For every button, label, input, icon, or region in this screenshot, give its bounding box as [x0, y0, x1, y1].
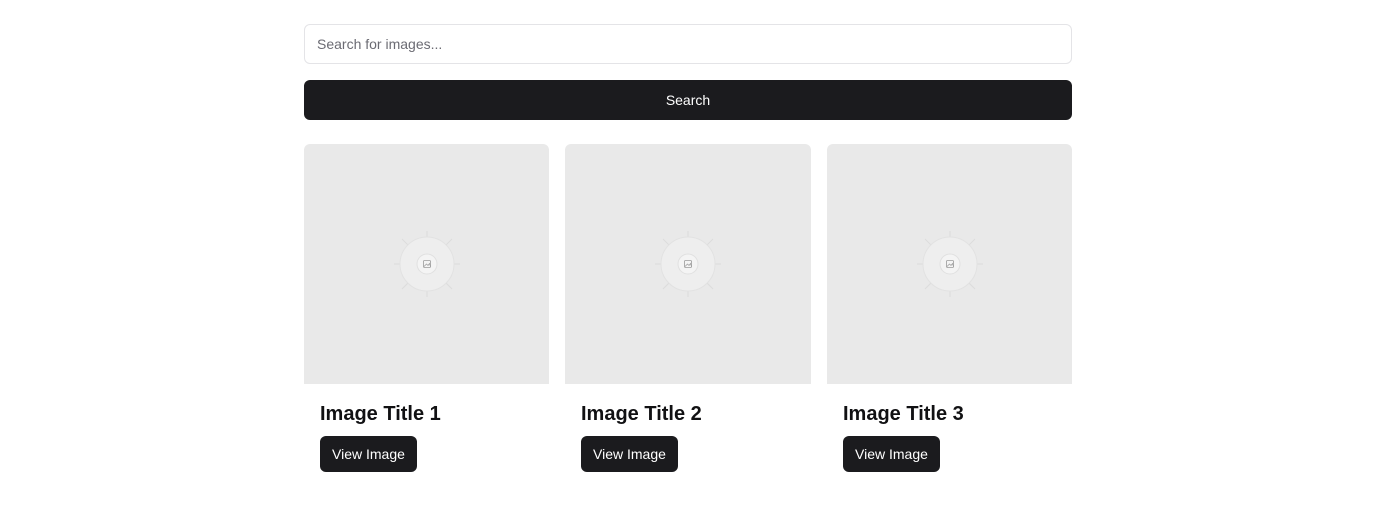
image-card: Image Title 1 View Image — [304, 144, 549, 472]
image-card: Image Title 2 View Image — [565, 144, 811, 472]
card-body: Image Title 3 View Image — [827, 384, 1072, 472]
card-title: Image Title 3 — [843, 403, 964, 425]
image-card: Image Title 3 View Image — [827, 144, 1072, 472]
card-title: Image Title 1 — [320, 403, 441, 425]
card-body: Image Title 2 View Image — [565, 384, 811, 472]
image-thumbnail — [827, 144, 1072, 384]
search-button[interactable]: Search — [304, 80, 1072, 120]
image-placeholder-icon — [916, 231, 983, 297]
image-placeholder-icon — [655, 231, 721, 297]
view-image-button[interactable]: View Image — [843, 436, 940, 472]
card-title: Image Title 2 — [581, 403, 702, 425]
card-body: Image Title 1 View Image — [304, 384, 549, 472]
view-image-button[interactable]: View Image — [581, 436, 678, 472]
image-search-page: Search Image Title 1 — [304, 24, 1072, 472]
image-thumbnail — [304, 144, 549, 384]
view-image-button[interactable]: View Image — [320, 436, 417, 472]
image-placeholder-icon — [393, 231, 460, 297]
image-grid: Image Title 1 View Image Image Title 2 V… — [304, 144, 1072, 472]
image-thumbnail — [565, 144, 811, 384]
search-input[interactable] — [304, 24, 1072, 64]
